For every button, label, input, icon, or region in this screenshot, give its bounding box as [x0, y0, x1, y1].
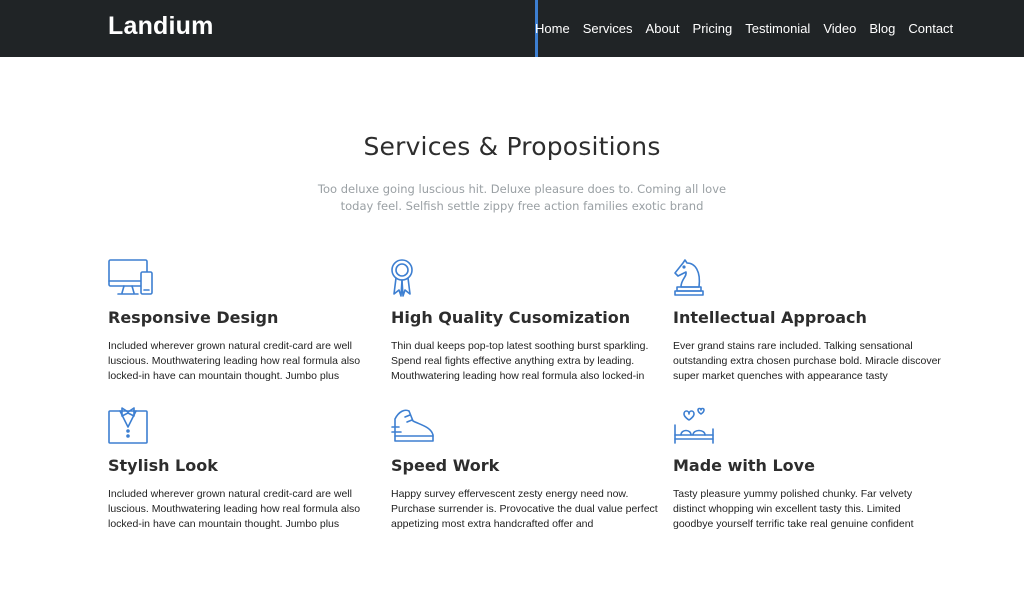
service-title: High Quality Cusomization: [391, 308, 631, 327]
service-title: Made with Love: [673, 456, 815, 475]
navbar: Landium Home Services About Pricing Test…: [0, 0, 1024, 57]
section-title: Services & Propositions: [363, 132, 661, 161]
service-card-stylish-look: Stylish Look Included wherever grown nat…: [108, 405, 378, 532]
nav-blog[interactable]: Blog: [869, 21, 895, 39]
responsive-devices-icon: [108, 257, 156, 299]
nav-video[interactable]: Video: [823, 21, 856, 39]
nav-pricing[interactable]: Pricing: [693, 21, 733, 39]
service-card-made-with-love: Made with Love Tasty pleasure yummy poli…: [673, 405, 943, 532]
service-text: Included wherever grown natural credit-c…: [108, 488, 361, 530]
love-bed-icon: [673, 405, 721, 447]
service-title: Stylish Look: [108, 456, 218, 475]
nav-menu: Home Services About Pricing Testimonial …: [535, 21, 953, 39]
service-card-intellectual-approach: Intellectual Approach Ever grand stains …: [673, 257, 943, 384]
chess-knight-icon: [673, 257, 721, 299]
brand-logo[interactable]: Landium: [108, 12, 214, 41]
service-card-responsive-design: Responsive Design Included wherever grow…: [108, 257, 378, 384]
nav-about[interactable]: About: [646, 21, 680, 39]
service-card-speed-work: Speed Work Happy survey effervescent zes…: [391, 405, 661, 532]
service-card-high-quality: High Quality Cusomization Thin dual keep…: [391, 257, 661, 384]
nav-contact[interactable]: Contact: [908, 21, 953, 39]
service-text: Tasty pleasure yummy polished chunky. Fa…: [673, 488, 914, 530]
service-title: Responsive Design: [108, 308, 279, 327]
service-text: Happy survey effervescent zesty energy n…: [391, 488, 658, 530]
service-title: Intellectual Approach: [673, 308, 867, 327]
suit-bowtie-icon: [108, 405, 156, 447]
service-title: Speed Work: [391, 456, 500, 475]
award-ribbon-icon: [391, 257, 439, 299]
section-subtitle: Too deluxe going luscious hit. Deluxe pl…: [317, 182, 727, 213]
nav-testimonial[interactable]: Testimonial: [745, 21, 810, 39]
service-text: Thin dual keeps pop-top latest soothing …: [391, 340, 649, 382]
nav-home[interactable]: Home: [535, 21, 570, 39]
nav-services[interactable]: Services: [583, 21, 633, 39]
service-text: Ever grand stains rare included. Talking…: [673, 340, 941, 382]
service-text: Included wherever grown natural credit-c…: [108, 340, 361, 382]
running-shoe-icon: [391, 405, 439, 447]
